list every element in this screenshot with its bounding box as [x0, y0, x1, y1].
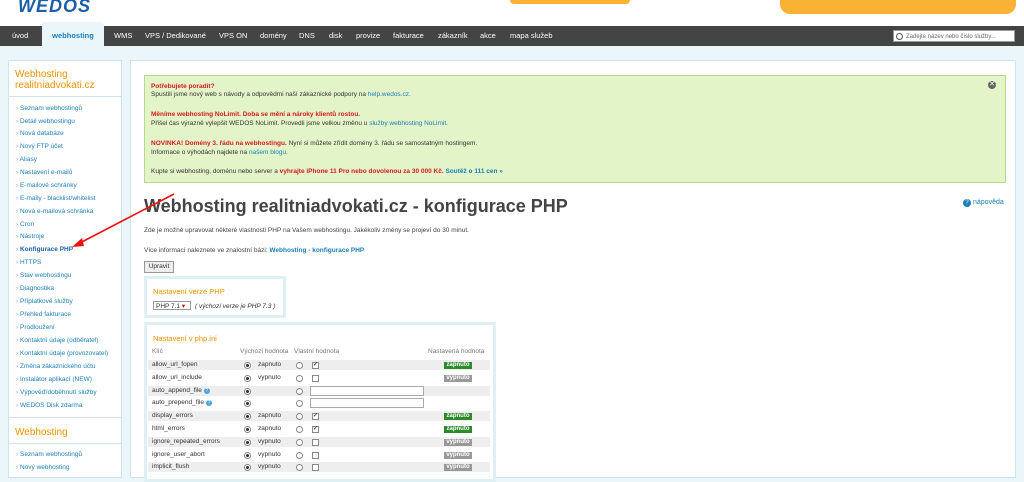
annotation-arrow — [72, 193, 175, 247]
